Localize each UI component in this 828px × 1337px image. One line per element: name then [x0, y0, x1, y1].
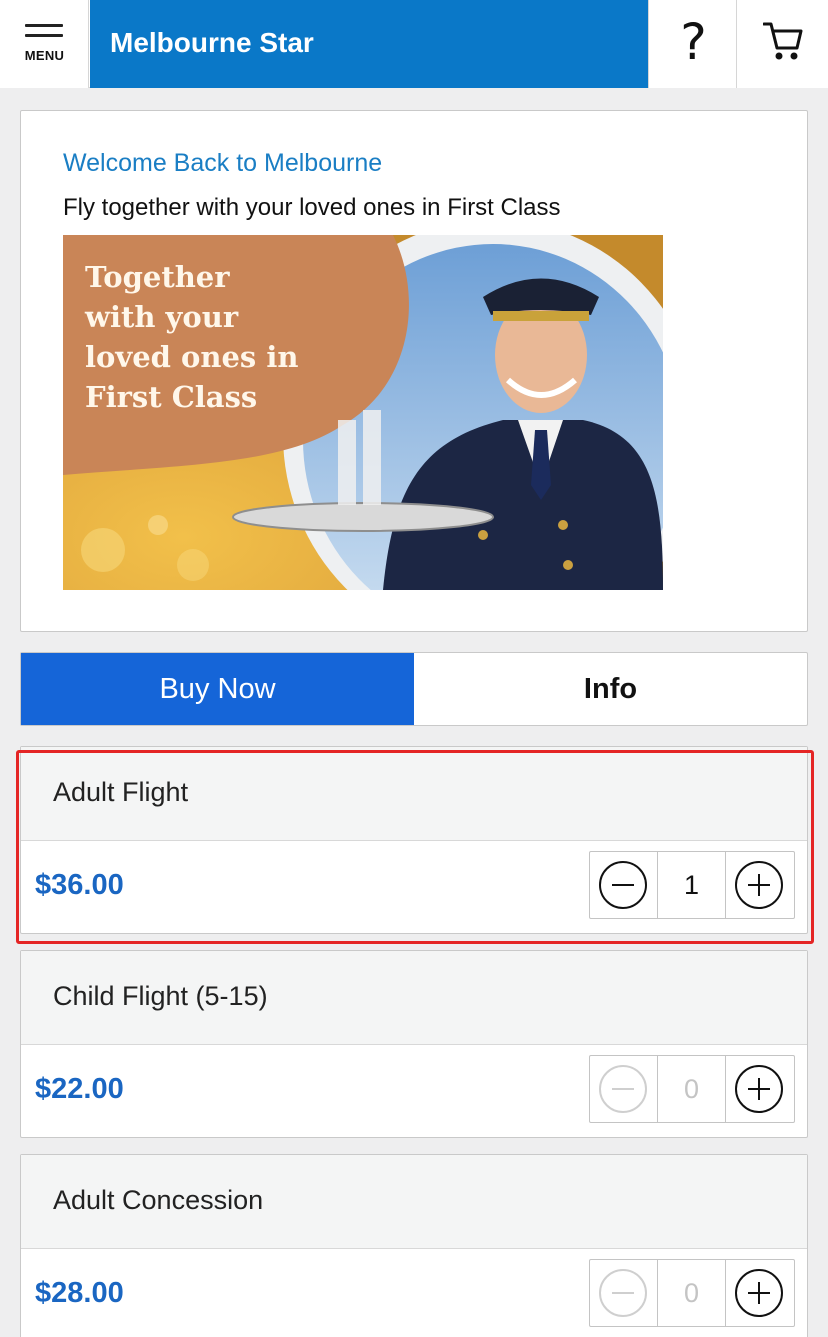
hamburger-icon: [25, 24, 63, 44]
question-mark-icon: ?: [680, 13, 707, 71]
tab-bar: Buy Now Info: [20, 652, 808, 726]
ticket-name: Adult Flight: [53, 777, 189, 807]
title-bar: Melbourne Star: [90, 0, 648, 88]
quantity-stepper: 0: [589, 1259, 795, 1327]
plus-icon: [735, 1065, 783, 1113]
svg-text:with your: with your: [84, 300, 239, 334]
decrease-button[interactable]: [590, 1056, 658, 1122]
ticket-price: $28.00: [35, 1277, 124, 1309]
minus-icon: [599, 1065, 647, 1113]
page-title: Melbourne Star: [110, 27, 314, 58]
ticket-card-adult-concession: Adult Concession $28.00 0: [20, 1154, 808, 1337]
ticket-price: $22.00: [35, 1073, 124, 1105]
ticket-header: Adult Concession: [21, 1155, 807, 1249]
menu-button[interactable]: MENU: [0, 0, 89, 88]
ticket-header: Child Flight (5-15): [21, 951, 807, 1045]
ticket-card-child-flight: Child Flight (5-15) $22.00 0: [20, 950, 808, 1138]
ticket-name: Adult Concession: [53, 1185, 264, 1215]
quantity-value: 0: [658, 1056, 726, 1122]
decrease-button[interactable]: [590, 1260, 658, 1326]
minus-icon: [599, 1269, 647, 1317]
tab-info[interactable]: Info: [414, 653, 807, 725]
ticket-name: Child Flight (5-15): [53, 981, 268, 1011]
help-button[interactable]: ?: [648, 0, 737, 88]
tab-buy-now[interactable]: Buy Now: [21, 653, 414, 725]
welcome-heading: Welcome Back to Melbourne: [63, 149, 383, 177]
decrease-button[interactable]: [590, 852, 658, 918]
promo-banner-image: Together with your loved ones in First C…: [63, 235, 663, 590]
quantity-stepper: 0: [589, 1055, 795, 1123]
cart-icon: [763, 22, 803, 60]
quantity-stepper: 1: [589, 851, 795, 919]
svg-text:loved ones in: loved ones in: [85, 340, 298, 374]
minus-icon: [599, 861, 647, 909]
quantity-value: 1: [658, 852, 726, 918]
promo-tagline: Fly together with your loved ones in Fir…: [63, 194, 561, 221]
ticket-price: $36.00: [35, 869, 124, 901]
top-bar: MENU Melbourne Star ?: [0, 0, 828, 88]
menu-label: MENU: [24, 48, 65, 63]
ticket-card-adult-flight: Adult Flight $36.00 1: [20, 746, 808, 934]
increase-button[interactable]: [726, 1260, 794, 1326]
promo-card: Welcome Back to Melbourne Fly together w…: [20, 110, 808, 632]
plus-icon: [735, 1269, 783, 1317]
increase-button[interactable]: [726, 1056, 794, 1122]
svg-text:First Class: First Class: [85, 380, 257, 414]
svg-text:Together: Together: [85, 260, 230, 294]
ticket-header: Adult Flight: [21, 747, 807, 841]
increase-button[interactable]: [726, 852, 794, 918]
cart-button[interactable]: [737, 0, 828, 88]
quantity-value: 0: [658, 1260, 726, 1326]
plus-icon: [735, 861, 783, 909]
